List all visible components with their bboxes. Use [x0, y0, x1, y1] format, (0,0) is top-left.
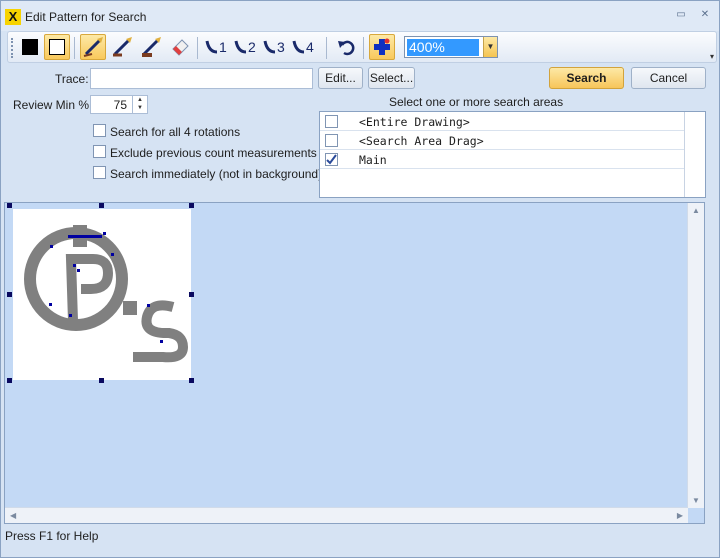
undo-button[interactable] [333, 34, 359, 60]
list-item[interactable]: Main [320, 150, 684, 169]
search-button[interactable]: Search [549, 67, 624, 89]
rotations-label: Search for all 4 rotations [110, 125, 241, 139]
toolbar-overflow-icon[interactable]: ▾ [710, 52, 714, 61]
list-divider [684, 112, 685, 197]
resize-handle[interactable] [189, 292, 194, 297]
toolbar-separator [74, 37, 75, 59]
eraser-button[interactable] [167, 34, 193, 60]
fill-black-button[interactable] [17, 34, 43, 60]
trace-1-button[interactable]: 1 [204, 34, 230, 60]
app-logo-icon: X [5, 9, 21, 25]
resize-handle[interactable] [189, 203, 194, 208]
undo-icon [338, 40, 355, 56]
exclude-previous-checkbox[interactable] [93, 145, 106, 158]
area-label: <Search Area Drag> [359, 134, 484, 148]
status-text: Press F1 for Help [5, 529, 99, 543]
scroll-down-icon[interactable]: ▼ [692, 496, 700, 505]
toolbar-separator [326, 37, 327, 59]
area-label: <Entire Drawing> [359, 115, 470, 129]
toolbar-grip[interactable] [11, 38, 14, 58]
status-bar: Press F1 for Help [1, 527, 719, 557]
area-label: Main [359, 153, 387, 167]
scroll-left-icon[interactable]: ◀ [10, 511, 16, 520]
draw-pencil-thick-icon [142, 37, 161, 57]
stepper-down-icon[interactable]: ▼ [133, 104, 147, 112]
list-item[interactable]: <Search Area Drag> [320, 131, 684, 150]
add-point-button[interactable] [369, 34, 395, 60]
window-title: Edit Pattern for Search [25, 10, 147, 24]
draw-pencil-thick-button[interactable] [138, 34, 164, 60]
checkmark-icon [326, 154, 337, 165]
draw-pencil-thin-button[interactable] [109, 34, 135, 60]
svg-text:2: 2 [248, 39, 256, 55]
area-checkbox[interactable] [325, 134, 338, 147]
toolbar-separator [363, 37, 364, 59]
search-immediately-label: Search immediately (not in background) [110, 167, 323, 181]
trace-1-icon: 1 [205, 39, 227, 55]
title-bar: X Edit Pattern for Search ▭ ✕ [1, 1, 719, 31]
select-button[interactable]: Select... [368, 67, 415, 89]
zoom-value: 400% [407, 39, 479, 56]
edit-button[interactable]: Edit... [318, 67, 363, 89]
trace-3-button[interactable]: 3 [262, 34, 288, 60]
area-checkbox-checked[interactable] [325, 153, 338, 166]
review-min-stepper[interactable]: 75 ▲ ▼ [90, 95, 148, 114]
fill-black-icon [22, 39, 38, 55]
draw-pencil-icon [83, 37, 103, 57]
edit-pattern-dialog: X Edit Pattern for Search ▭ ✕ 1 2 3 4 40… [0, 0, 720, 558]
scroll-right-icon[interactable]: ▶ [677, 511, 683, 520]
toolbar: 1 2 3 4 400% ▼ ▾ [7, 31, 717, 63]
trace-input[interactable] [90, 68, 313, 89]
cancel-button[interactable]: Cancel [631, 67, 706, 89]
pattern-symbol-icon [24, 225, 189, 363]
scroll-up-icon[interactable]: ▲ [692, 206, 700, 215]
exclude-previous-label: Exclude previous count measurements [110, 146, 317, 160]
pattern-canvas[interactable]: ▲ ▼ ◀ ▶ [4, 202, 705, 524]
list-item[interactable]: <Entire Drawing> [320, 112, 684, 131]
svg-text:1: 1 [219, 39, 227, 55]
trace-label: Trace: [55, 72, 89, 86]
zoom-select[interactable]: 400% ▼ [404, 36, 498, 58]
chevron-down-icon[interactable]: ▼ [483, 37, 497, 57]
area-checkbox[interactable] [325, 115, 338, 128]
svg-text:4: 4 [306, 39, 314, 55]
stepper-buttons: ▲ ▼ [132, 96, 147, 113]
svg-text:3: 3 [277, 39, 285, 55]
search-areas-list: <Entire Drawing> <Search Area Drag> Main [319, 111, 706, 198]
stepper-up-icon[interactable]: ▲ [133, 96, 147, 104]
review-min-value: 75 [113, 98, 127, 112]
vertical-scrollbar[interactable]: ▲ ▼ [687, 203, 704, 508]
pattern-image[interactable] [13, 209, 191, 380]
resize-handle[interactable] [99, 203, 104, 208]
search-areas-label: Select one or more search areas [389, 95, 564, 109]
trace-2-button[interactable]: 2 [233, 34, 259, 60]
restore-button[interactable]: ▭ [674, 9, 688, 21]
horizontal-scrollbar[interactable]: ◀ ▶ [5, 507, 688, 523]
resize-handle[interactable] [7, 292, 12, 297]
trace-3-icon: 3 [263, 39, 285, 55]
draw-pencil-button[interactable] [80, 34, 106, 60]
resize-handle[interactable] [7, 378, 12, 383]
trace-2-icon: 2 [234, 39, 256, 55]
review-min-label: Review Min %: [13, 98, 93, 112]
resize-handle[interactable] [189, 378, 194, 383]
trace-4-icon: 4 [292, 39, 314, 55]
list-item-empty [320, 169, 684, 188]
trace-4-button[interactable]: 4 [291, 34, 317, 60]
fill-white-button[interactable] [44, 34, 70, 60]
add-point-icon [374, 38, 390, 55]
toolbar-separator [197, 37, 198, 59]
rotations-checkbox[interactable] [93, 124, 106, 137]
draw-pencil-thin-icon [113, 37, 132, 57]
search-immediately-checkbox[interactable] [93, 166, 106, 179]
resize-handle[interactable] [7, 203, 12, 208]
eraser-icon [172, 39, 189, 56]
fill-white-icon [49, 39, 65, 55]
close-button[interactable]: ✕ [698, 9, 712, 21]
resize-handle[interactable] [99, 378, 104, 383]
